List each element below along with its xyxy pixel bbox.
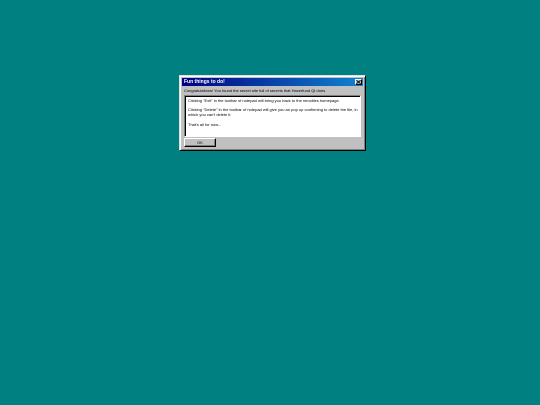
close-button[interactable] (355, 79, 362, 85)
message-paragraph: Clicking "Delete" in the toolbar of note… (188, 107, 358, 117)
message-textarea[interactable]: Clicking "Exit" in the toolbar of notepa… (184, 95, 361, 137)
dialog-titlebar[interactable]: Fun things to do! (182, 78, 363, 86)
dialog-title: Fun things to do! (184, 79, 225, 85)
dialog-intro-text: Congratulations! You found the secret si… (184, 88, 326, 93)
desktop: { "dialog": { "title": "Fun things to do… (0, 0, 540, 405)
message-paragraph: That's all for now... (188, 122, 222, 127)
fun-things-dialog: Fun things to do! Congratulations! You f… (179, 75, 366, 151)
message-paragraph: Clicking "Exit" in the toolbar of notepa… (188, 98, 340, 103)
ok-button[interactable]: OK (184, 138, 216, 147)
close-icon (356, 80, 361, 84)
